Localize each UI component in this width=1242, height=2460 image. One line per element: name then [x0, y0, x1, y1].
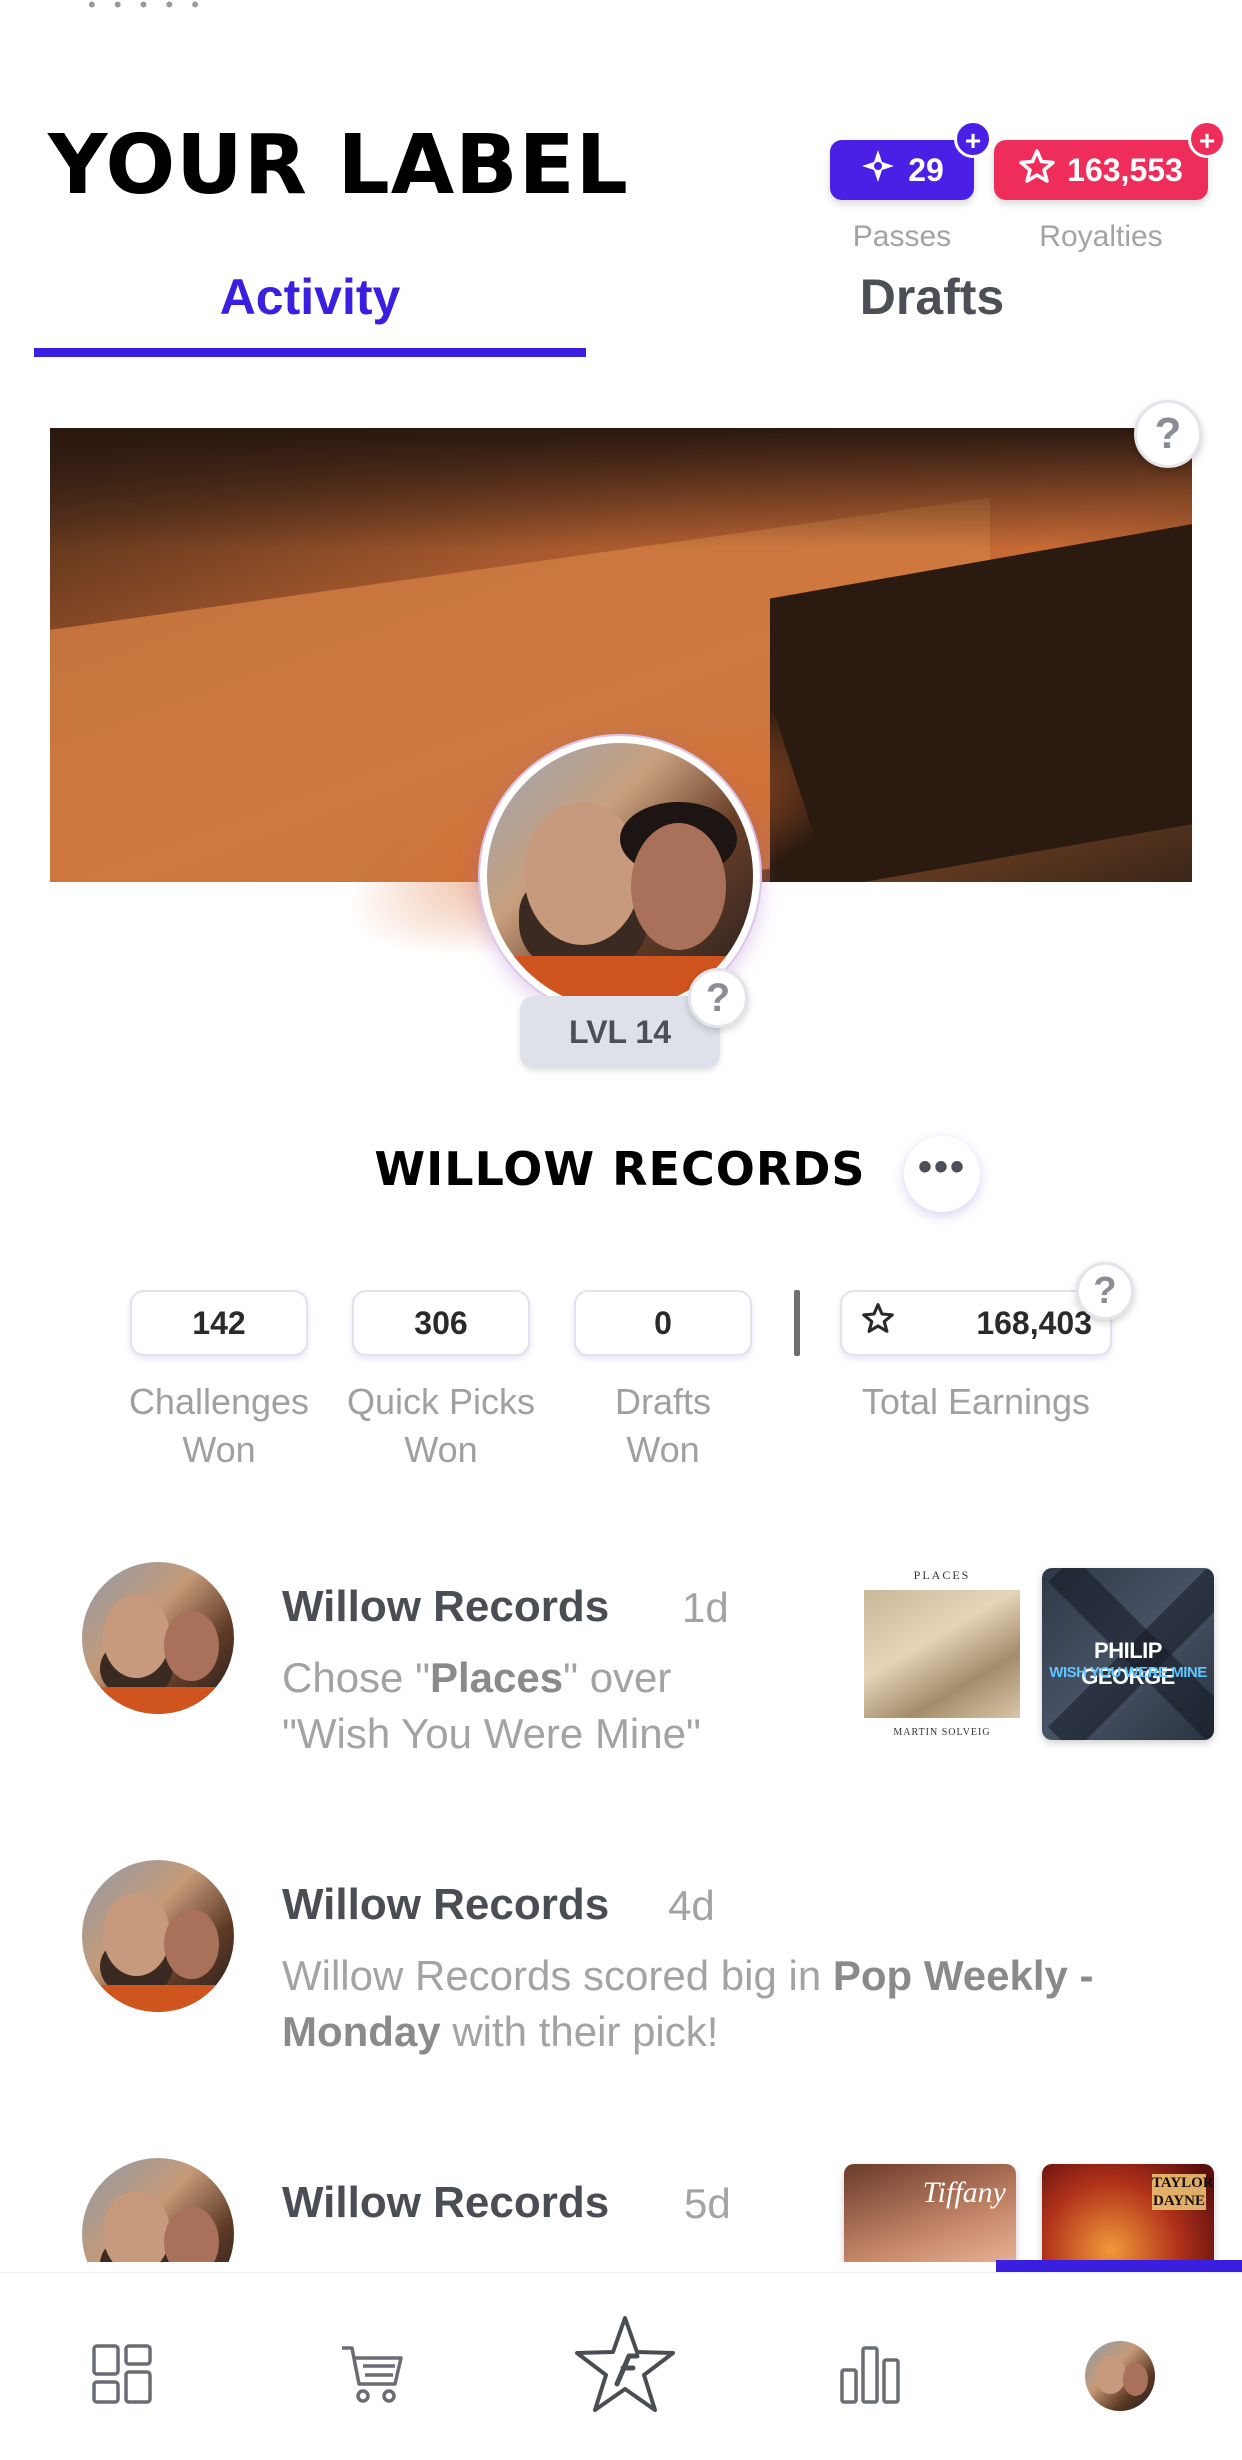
royalties-count: 163,553	[1067, 151, 1183, 188]
nav-stats-button[interactable]	[820, 2331, 920, 2421]
total-earnings-value-box: 168,403	[840, 1290, 1112, 1356]
draft-star-icon	[571, 2312, 679, 2425]
royalties-star-icon	[1019, 148, 1055, 192]
bottom-navigation	[0, 2272, 1242, 2460]
nav-active-indicator	[996, 2260, 1242, 2272]
home-icon	[90, 2342, 154, 2411]
passes-count: 29	[908, 151, 944, 188]
album-cover-wish-you-were-mine[interactable]: PHILIP GEORGE WISH YOU WERE MINE	[1042, 1568, 1214, 1740]
quick-picks-won-value: 306	[352, 1290, 530, 1356]
tab-drafts[interactable]: Drafts	[652, 268, 1212, 326]
nav-draft-button[interactable]	[570, 2313, 680, 2423]
profile-avatar-small	[1085, 2341, 1155, 2411]
feed-username: Willow Records	[282, 1582, 610, 1631]
feed-timestamp: 5d	[684, 2180, 731, 2227]
more-options-button[interactable]: •••	[904, 1136, 980, 1212]
passes-label: Passes	[852, 220, 952, 253]
page-title: YOUR LABEL	[48, 118, 629, 213]
feed-avatar	[82, 1860, 234, 2012]
challenges-won-value: 142	[130, 1290, 308, 1356]
drafts-won-label: Drafts Won	[614, 1381, 711, 1470]
level-help-button[interactable]: ?	[688, 968, 748, 1028]
stats-icon	[838, 2342, 902, 2411]
stats-divider	[794, 1290, 800, 1356]
nav-profile-button[interactable]	[1070, 2331, 1170, 2421]
total-earnings-value: 168,403	[976, 1305, 1092, 1341]
earnings-help-button[interactable]: ?	[1076, 1262, 1134, 1320]
feed-description: Chose "Places" over "Wish You Were Mine"	[282, 1654, 701, 1757]
status-bar-dots: • • • • •	[88, 0, 205, 17]
feed-username: Willow Records	[282, 2178, 610, 2227]
nav-shop-button[interactable]	[322, 2331, 422, 2421]
feed-description: Willow Records scored big in Pop Weekly …	[282, 1952, 1094, 2055]
feed-timestamp: 4d	[668, 1882, 715, 1929]
royalties-label: Royalties	[1039, 220, 1163, 253]
quick-picks-won-label: Quick Picks Won	[346, 1381, 536, 1470]
challenges-won-label: Challenges Won	[128, 1381, 310, 1470]
feed-avatar	[82, 2158, 234, 2262]
add-passes-button[interactable]: +	[954, 120, 992, 158]
cart-icon	[339, 2342, 405, 2411]
drafts-won-value: 0	[574, 1290, 752, 1356]
feed-timestamp: 1d	[682, 1584, 729, 1631]
nav-home-button[interactable]	[72, 2331, 172, 2421]
activity-feed-item[interactable]: Willow Records 4d Willow Records scored …	[0, 1846, 1242, 2106]
passes-button[interactable]: 29 +	[830, 120, 992, 200]
star-icon	[862, 1292, 894, 1354]
total-earnings-label: Total Earnings	[861, 1381, 1091, 1422]
album-cover-places[interactable]: PLACES MARTIN SOLVEIG	[856, 1568, 1028, 1740]
feed-avatar	[82, 1562, 234, 1714]
banner-help-button[interactable]: ?	[1134, 400, 1202, 468]
active-tab-indicator	[34, 348, 586, 357]
passes-icon	[860, 148, 896, 192]
label-name: WILLOW RECORDS	[374, 1142, 866, 1196]
add-royalties-button[interactable]: +	[1188, 120, 1226, 158]
feed-username: Willow Records	[282, 1880, 610, 1929]
royalties-button[interactable]: 163,553 +	[994, 120, 1226, 200]
tab-activity[interactable]: Activity	[34, 268, 586, 326]
